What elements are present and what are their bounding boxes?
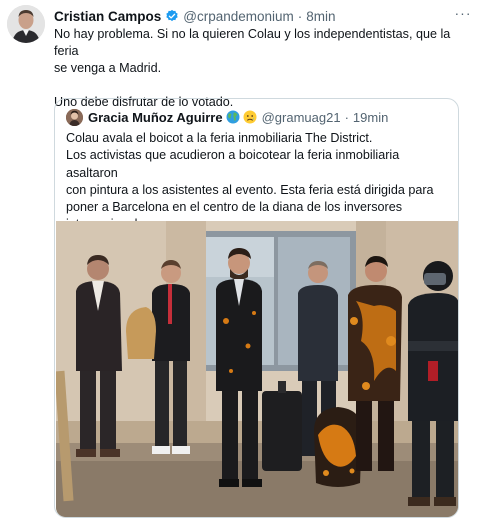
quoted-author-avatar <box>66 108 83 126</box>
quoted-text-line: Colau avala el boicot a la feria inmobil… <box>66 131 373 145</box>
globe-icon <box>226 110 240 124</box>
quoted-text-line: con pintura a los asistentes al evento. … <box>66 182 434 197</box>
separator-dot: · <box>344 109 349 125</box>
tweet-header: Cristian Campos @crpandemonium · 8min <box>54 7 453 25</box>
quoted-author-handle: @gramuag21 <box>261 109 341 125</box>
worried-face-icon <box>243 110 257 124</box>
tweet-card[interactable]: Cristian Campos @crpandemonium · 8min ··… <box>0 0 483 520</box>
author-handle[interactable]: @crpandemonium <box>183 9 294 24</box>
tweet-time[interactable]: 8min <box>306 9 335 24</box>
quoted-tweet-time: 19min <box>352 109 389 125</box>
tweet-text-line: No hay problema. Si no la quieren Colau … <box>54 27 451 58</box>
separator-dot: · <box>297 8 303 24</box>
more-options-icon[interactable]: ··· <box>453 4 473 22</box>
quoted-tweet-header: Gracia Muñoz Aguirre @gramuag21 · 19min <box>66 108 388 126</box>
tweet-text-line: se venga a Madrid. <box>54 61 162 75</box>
quoted-tweet-text: Colau avala el boicot a la feria inmobil… <box>66 130 451 234</box>
author-name[interactable]: Cristian Campos <box>54 9 161 24</box>
author-avatar[interactable] <box>7 5 45 43</box>
quoted-author-name: Gracia Muñoz Aguirre <box>88 109 223 125</box>
quoted-text-line: Los activistas que acudieron a boicotear… <box>66 148 400 180</box>
verified-badge-icon <box>165 9 179 23</box>
quoted-text-line: poner a Barcelona en el centro de la dia… <box>66 200 403 215</box>
tweet-photo[interactable] <box>56 221 458 517</box>
quoted-tweet[interactable]: Gracia Muñoz Aguirre @gramuag21 · 19min … <box>54 98 459 518</box>
